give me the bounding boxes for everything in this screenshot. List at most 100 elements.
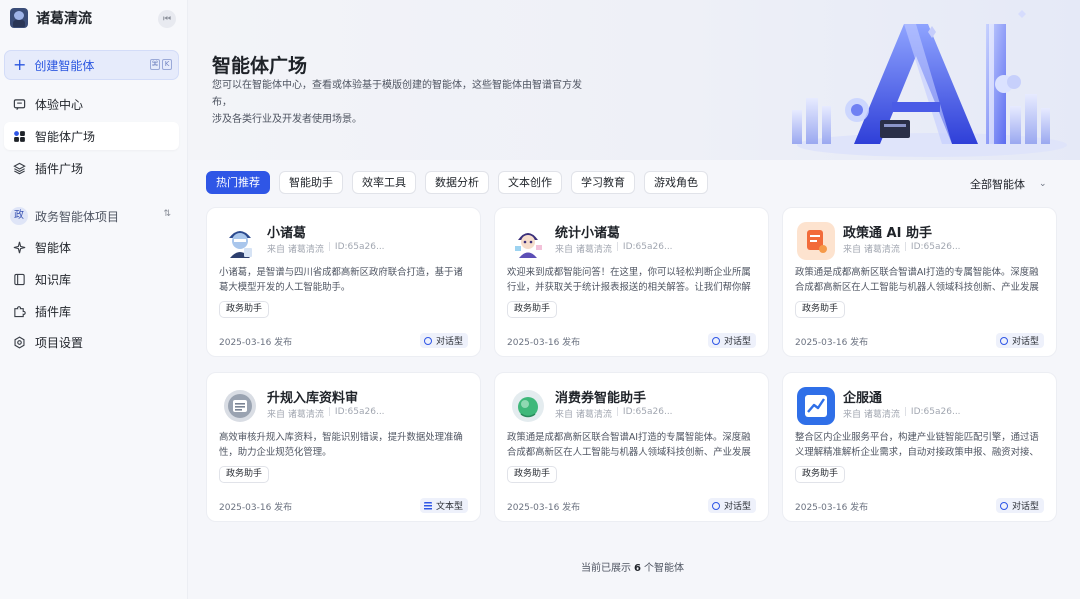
agent-name: 统计小诸葛 bbox=[555, 226, 621, 241]
chat-type-icon bbox=[999, 501, 1008, 510]
filter-label: 全部智能体 bbox=[970, 178, 1025, 191]
page-title: 智能体广场 bbox=[212, 55, 308, 77]
agent-type-badge: 对话型 bbox=[707, 498, 756, 513]
agent-avatar bbox=[797, 222, 835, 260]
agent-avatar bbox=[797, 387, 835, 425]
chat-type-icon bbox=[999, 336, 1008, 345]
agent-meta: 来自 诸葛清流 | ID:65a26... bbox=[555, 407, 673, 420]
nav-label: 插件广场 bbox=[35, 161, 84, 176]
agent-description: 政策通是成都高新区联合智谱AI打造的专属智能体。深度融合成都高新区在人工智能与机… bbox=[507, 432, 751, 458]
agent-meta: 来自 诸葛清流 | ID:65a26... bbox=[843, 242, 961, 255]
publish-date: 2025-03-16 发布 bbox=[795, 338, 869, 348]
agent-count-footer: 当前已展示 6 个智能体 bbox=[581, 563, 684, 574]
tab-learning-education[interactable]: 学习教育 bbox=[571, 171, 635, 194]
agent-type-badge: 对话型 bbox=[707, 333, 756, 348]
nav-label: 项目设置 bbox=[35, 335, 84, 350]
ai-illustration bbox=[792, 10, 1067, 157]
agent-card[interactable]: 升规入库资料审 来自 诸葛清流 | ID:65a26... 高效审核升规入库资料，智… bbox=[206, 372, 481, 522]
agent-card[interactable]: 统计小诸葛 来自 诸葛清流 | ID:65a26... 欢迎来到成都智能问答！在这里… bbox=[494, 207, 769, 357]
agent-filter-select[interactable]: 全部智能体 ⌄ bbox=[970, 176, 1047, 192]
agent-card[interactable]: 政策通 AI 助手 来自 诸葛清流 | ID:65a26... 政策通是成都高新区联… bbox=[782, 207, 1057, 357]
tab-game-roles[interactable]: 游戏角色 bbox=[644, 171, 708, 194]
main-content: 智能体广场 您可以在智能体中心，查看或体验基于模版创建的智能体，这些智能体由智谱… bbox=[188, 0, 1080, 599]
nav-label: 体验中心 bbox=[35, 97, 84, 112]
agent-description: 高效审核升规入库资料，智能识别错误，提升数据处理准确性，助力企业规范化管理。 bbox=[219, 432, 463, 458]
project-avatar: 政 bbox=[10, 207, 28, 225]
agent-tag: 政务助手 bbox=[795, 301, 846, 318]
agent-name: 升规入库资料审 bbox=[267, 391, 359, 406]
agent-card[interactable]: 消费券智能助手 来自 诸葛清流 | ID:65a26... 政策通是成都高新区联合智… bbox=[494, 372, 769, 522]
collapse-sidebar-icon[interactable]: ⏮ bbox=[158, 10, 176, 28]
agent-tag: 政务助手 bbox=[507, 301, 558, 318]
tab-data-analysis[interactable]: 数据分析 bbox=[425, 171, 489, 194]
sidebar: 诸葛清流 ⏮ + 创建智能体 ⌘ K 体验中心 智能体广场 插件广场 政 政务智能… bbox=[0, 0, 188, 599]
agent-name: 政策通 AI 助手 bbox=[843, 226, 932, 241]
nav-label: 智能体 bbox=[35, 240, 72, 255]
agent-avatar bbox=[509, 387, 547, 425]
nav-label: 知识库 bbox=[35, 272, 72, 287]
nav-item-agent-plaza[interactable]: 智能体广场 bbox=[4, 122, 179, 150]
agent-description: 欢迎来到成都智能问答！在这里，你可以轻松判断企业所属行业，并获取关于统计报表报送… bbox=[507, 267, 751, 293]
grid-icon bbox=[12, 129, 26, 143]
tab-hot-recommend[interactable]: 热门推荐 bbox=[206, 171, 270, 194]
hero-banner: 智能体广场 您可以在智能体中心，查看或体验基于模版创建的智能体，这些智能体由智谱… bbox=[188, 0, 1080, 160]
agent-meta: 来自 诸葛清流 | ID:65a26... bbox=[267, 407, 385, 420]
tab-text-creation[interactable]: 文本创作 bbox=[498, 171, 562, 194]
shortcut-hint: ⌘ K bbox=[150, 59, 172, 70]
publish-date: 2025-03-16 发布 bbox=[219, 503, 293, 513]
nav-item-plugin-library[interactable]: 插件库 bbox=[4, 297, 179, 325]
agent-description: 政策通是成都高新区联合智谱AI打造的专属智能体。深度融合成都高新区在人工智能与机… bbox=[795, 267, 1039, 293]
agent-tag: 政务助手 bbox=[507, 466, 558, 483]
tab-smart-assistant[interactable]: 智能助手 bbox=[279, 171, 343, 194]
agent-name: 企服通 bbox=[843, 391, 883, 406]
puzzle-icon bbox=[12, 304, 26, 318]
sparkle-icon bbox=[12, 240, 26, 254]
agent-card[interactable]: 企服通 来自 诸葛清流 | ID:65a26... 整合区内企业服务平台，构建产业链… bbox=[782, 372, 1057, 522]
agent-meta: 来自 诸葛清流 | ID:65a26... bbox=[267, 242, 385, 255]
chat-type-icon bbox=[711, 336, 720, 345]
page-description: 您可以在智能体中心，查看或体验基于模版创建的智能体，这些智能体由智谱官方发布， … bbox=[212, 80, 582, 125]
brand[interactable]: 诸葛清流 bbox=[10, 8, 92, 28]
gear-icon bbox=[12, 335, 26, 349]
nav-item-knowledge-base[interactable]: 知识库 bbox=[4, 265, 179, 293]
nav-item-plugin-plaza[interactable]: 插件广场 bbox=[4, 154, 179, 182]
agent-avatar bbox=[509, 222, 547, 260]
brand-logo-icon bbox=[10, 8, 28, 28]
agent-type-badge: 文本型 bbox=[419, 498, 468, 513]
plus-icon: + bbox=[13, 55, 27, 74]
agent-meta: 来自 诸葛清流 | ID:65a26... bbox=[555, 242, 673, 255]
chat-type-icon bbox=[711, 501, 720, 510]
nav-label: 插件库 bbox=[35, 304, 72, 319]
publish-date: 2025-03-16 发布 bbox=[219, 338, 293, 348]
project-selector[interactable]: 政 政务智能体项目 ⇅ bbox=[4, 202, 179, 230]
publish-date: 2025-03-16 发布 bbox=[507, 338, 581, 348]
nav-item-agents[interactable]: 智能体 bbox=[4, 233, 179, 261]
nav-label: 智能体广场 bbox=[35, 129, 96, 144]
tab-efficiency-tools[interactable]: 效率工具 bbox=[352, 171, 416, 194]
publish-date: 2025-03-16 发布 bbox=[507, 503, 581, 513]
chevron-down-icon: ⌄ bbox=[1039, 179, 1047, 189]
agent-tag: 政务助手 bbox=[219, 466, 270, 483]
agent-description: 整合区内企业服务平台，构建产业链智能匹配引擎，通过语义理解精准解析企业需求，自动… bbox=[795, 432, 1039, 458]
agent-tag: 政务助手 bbox=[795, 466, 846, 483]
agent-type-badge: 对话型 bbox=[995, 333, 1044, 348]
agent-name: 消费券智能助手 bbox=[555, 391, 647, 406]
agent-description: 小诸葛，是智谱与四川省成都高新区政府联合打造，基于诸葛大模型开发的人工智能助手。 bbox=[219, 267, 463, 293]
expand-arrows-icon: ⇅ bbox=[163, 209, 171, 219]
agent-card[interactable]: 小诸葛 来自 诸葛清流 | ID:65a26... 小诸葛，是智谱与四川省成都高新区… bbox=[206, 207, 481, 357]
nav-item-experience-center[interactable]: 体验中心 bbox=[4, 90, 179, 118]
agent-name: 小诸葛 bbox=[267, 226, 307, 241]
create-agent-label: 创建智能体 bbox=[34, 58, 95, 73]
agent-tag: 政务助手 bbox=[219, 301, 270, 318]
agent-meta: 来自 诸葛清流 | ID:65a26... bbox=[843, 407, 961, 420]
agent-type-badge: 对话型 bbox=[419, 333, 468, 348]
chat-type-icon bbox=[423, 336, 432, 345]
nav-item-project-settings[interactable]: 项目设置 bbox=[4, 328, 179, 356]
publish-date: 2025-03-16 发布 bbox=[795, 503, 869, 513]
text-type-icon bbox=[423, 501, 432, 510]
agent-type-badge: 对话型 bbox=[995, 498, 1044, 513]
book-icon bbox=[12, 272, 26, 286]
brand-name: 诸葛清流 bbox=[36, 11, 92, 27]
chat-icon bbox=[12, 97, 26, 111]
create-agent-button[interactable]: + 创建智能体 ⌘ K bbox=[4, 50, 179, 80]
